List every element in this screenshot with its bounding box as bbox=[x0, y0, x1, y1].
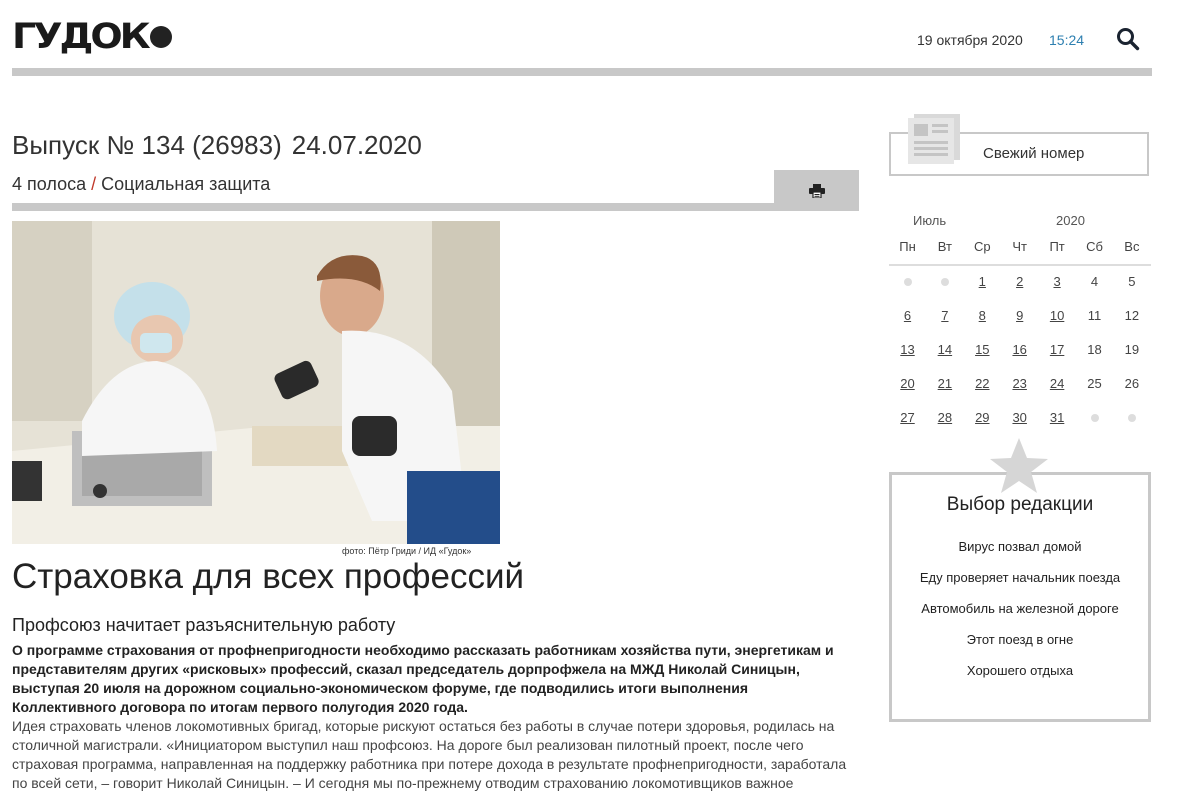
article-photo bbox=[12, 221, 500, 544]
print-button[interactable] bbox=[774, 170, 859, 211]
calendar-day[interactable]: 1 bbox=[964, 274, 1001, 289]
issue-date: 24.07.2020 bbox=[291, 130, 422, 160]
issue-divider bbox=[12, 203, 859, 211]
logo-text: ГУДОК bbox=[12, 15, 151, 57]
calendar-day[interactable]: 13 bbox=[889, 342, 926, 357]
editors-choice-item[interactable]: Хорошего отдыха bbox=[889, 663, 1151, 678]
calendar-day[interactable]: 21 bbox=[926, 376, 963, 391]
calendar-day: 5 bbox=[1128, 274, 1136, 289]
calendar-day[interactable]: 15 bbox=[964, 342, 1001, 357]
calendar-day[interactable]: 29 bbox=[964, 410, 1001, 425]
calendar-day[interactable]: 20 bbox=[889, 376, 926, 391]
calendar-day[interactable]: 27 bbox=[889, 410, 926, 425]
calendar-day: 11 bbox=[1087, 308, 1102, 323]
editors-choice-item[interactable]: Автомобиль на железной дороге bbox=[889, 601, 1151, 616]
calendar-day[interactable]: 10 bbox=[1039, 308, 1076, 323]
calendar-empty-day bbox=[1128, 414, 1137, 422]
calendar-grid: 1 2 3 4 5 6 7 8 9 10 11 12 13 14 15 16 17 18 19 20 21 22 23 24 2… bbox=[889, 270, 1151, 440]
editors-choice-item[interactable]: Еду проверяет начальник поезда bbox=[889, 570, 1151, 585]
article-subtitle: Профсоюз начитает разъяснительную работу bbox=[12, 615, 396, 635]
issue-number: Выпуск № 134 (26983) bbox=[12, 130, 282, 160]
calendar-day[interactable]: 30 bbox=[1001, 410, 1038, 425]
calendar-day: 25 bbox=[1087, 376, 1102, 391]
calendar-weekday: Вт bbox=[937, 239, 952, 254]
calendar-day[interactable]: 31 bbox=[1039, 410, 1076, 425]
calendar-weekday: Пн bbox=[899, 239, 916, 254]
calendar-day[interactable]: 6 bbox=[889, 308, 926, 323]
calendar-weekday: Сб bbox=[1086, 239, 1103, 254]
fresh-issue-label: Свежий номер bbox=[983, 145, 1085, 162]
search-icon[interactable] bbox=[1116, 27, 1140, 51]
calendar-day[interactable]: 16 bbox=[1001, 342, 1038, 357]
calendar-day[interactable]: 3 bbox=[1039, 274, 1076, 289]
editors-choice-item[interactable]: Этот поезд в огне bbox=[889, 632, 1151, 647]
section-link[interactable]: Социальная защита bbox=[101, 174, 270, 194]
editors-choice-title: Выбор редакции bbox=[946, 494, 1094, 515]
calendar-day[interactable]: 9 bbox=[1001, 308, 1038, 323]
page-link[interactable]: 4 полоса bbox=[12, 174, 86, 194]
logo-emblem-icon bbox=[149, 26, 172, 48]
editors-choice-item[interactable]: Вирус позвал домой bbox=[889, 539, 1151, 554]
calendar-day: 19 bbox=[1124, 342, 1140, 357]
calendar-day[interactable]: 28 bbox=[926, 410, 963, 425]
calendar-day: 18 bbox=[1087, 342, 1102, 357]
site-logo[interactable]: ГУДОК bbox=[12, 18, 172, 54]
issue-title: Выпуск № 134 (26983) 24.07.2020 bbox=[12, 130, 432, 161]
article-lead: О программе страхования от профнепригодн… bbox=[12, 642, 834, 715]
calendar-weekday: Пт bbox=[1049, 239, 1065, 254]
calendar-day[interactable]: 2 bbox=[1001, 274, 1038, 289]
calendar-day: 26 bbox=[1124, 376, 1140, 391]
calendar-empty-day bbox=[941, 278, 950, 286]
print-icon bbox=[808, 183, 825, 198]
calendar-empty-day bbox=[1090, 414, 1099, 422]
photo-credit: фото: Пётр Гриди / ИД «Гудок» bbox=[342, 546, 472, 556]
header-date: 19 октября 2020 bbox=[917, 32, 1023, 48]
calendar-weekday: Чт bbox=[1012, 239, 1027, 254]
calendar-day: 4 bbox=[1090, 274, 1099, 289]
calendar-empty-day bbox=[903, 278, 912, 286]
calendar-day[interactable]: 24 bbox=[1039, 376, 1076, 391]
calendar-weekday: Ср bbox=[973, 239, 991, 254]
calendar-year: 2020 bbox=[1056, 213, 1085, 228]
article-body: Идея страховать членов локомотивных бриг… bbox=[12, 718, 847, 791]
calendar-day: 12 bbox=[1124, 308, 1140, 323]
calendar-weekdays: Пн Вт Ср Чт Пт Сб Вс bbox=[889, 238, 1151, 266]
calendar-day[interactable]: 8 bbox=[964, 308, 1001, 323]
star-icon bbox=[988, 436, 1050, 501]
section-separator: / bbox=[91, 174, 97, 194]
calendar-month: Июль bbox=[913, 213, 947, 228]
calendar-day[interactable]: 7 bbox=[926, 308, 963, 323]
issue-section: 4 полоса / Социальная защита bbox=[12, 174, 270, 195]
calendar-weekday: Вс bbox=[1124, 239, 1140, 254]
calendar-day[interactable]: 23 bbox=[1001, 376, 1038, 391]
calendar-day[interactable]: 22 bbox=[964, 376, 1001, 391]
calendar-day[interactable]: 17 bbox=[1039, 342, 1076, 357]
article-title: Страховка для всех профессий bbox=[12, 557, 525, 596]
calendar-day[interactable]: 14 bbox=[926, 342, 963, 357]
header-divider bbox=[12, 68, 1152, 76]
newspaper-icon bbox=[906, 114, 962, 169]
header-time: 15:24 bbox=[1049, 32, 1085, 48]
